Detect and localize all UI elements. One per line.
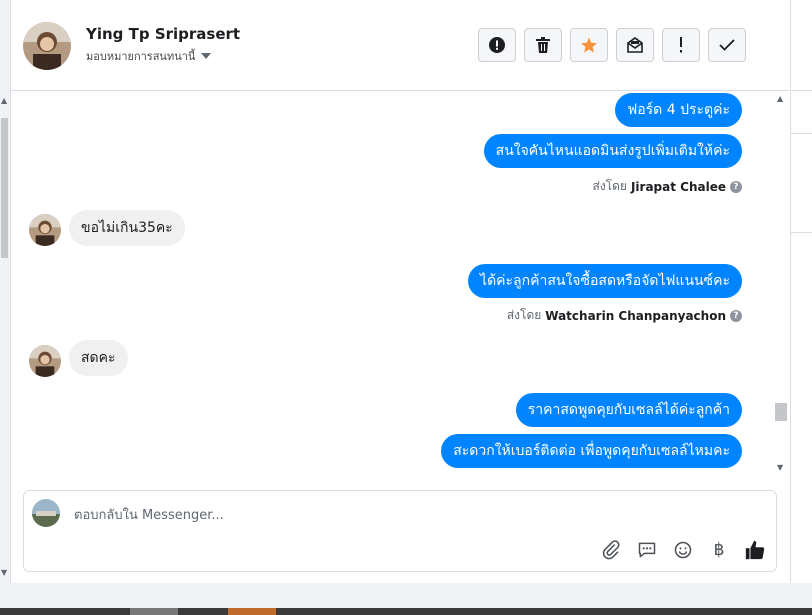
- spam-button[interactable]: [478, 28, 516, 62]
- taskbar-app[interactable]: [130, 608, 178, 615]
- emoji-button[interactable]: [672, 539, 694, 561]
- scroll-down-arrow-icon[interactable]: ▼: [777, 463, 783, 472]
- right-side-panel: [790, 0, 812, 583]
- assign-label: มอบหมายการสนทนานี้: [86, 50, 196, 63]
- saved-reply-button[interactable]: [636, 539, 658, 561]
- reply-input[interactable]: [72, 501, 676, 529]
- attach-button[interactable]: [600, 539, 622, 561]
- sent-by-label: ส่งโดย Watcharin Chanpanyachon ?: [507, 306, 742, 325]
- mark-unread-button[interactable]: [616, 28, 654, 62]
- divider: [790, 90, 812, 91]
- conversation-toolbar: [478, 28, 746, 62]
- message-bubble-incoming: สดคะ: [69, 340, 128, 376]
- question-icon[interactable]: ?: [730, 180, 742, 193]
- message-bubble-outgoing: สนใจคันไหนแอดมินส่งรูปเพิ่มเติมให้ค่ะ: [483, 134, 742, 168]
- left-scrollbar[interactable]: ▲ ▼: [0, 0, 11, 583]
- reply-composer: ฿: [23, 490, 777, 572]
- check-icon: [719, 39, 735, 51]
- baht-icon: ฿: [713, 540, 725, 560]
- payment-button[interactable]: ฿: [708, 539, 730, 561]
- paperclip-icon: [602, 540, 620, 560]
- saved-reply-icon: [638, 542, 656, 558]
- scroll-up-arrow-icon[interactable]: ▲: [1, 96, 7, 105]
- contact-avatar-small: [29, 345, 61, 377]
- message-thread[interactable]: ฟอร์ด 4 ประตูค่ะ สนใจคันไหนแอดมินส่งรูปเ…: [11, 91, 789, 479]
- contact-avatar-small: [29, 214, 61, 246]
- scroll-thumb[interactable]: [1, 118, 8, 258]
- scroll-down-arrow-icon[interactable]: ▼: [1, 568, 7, 577]
- alert-circle-icon: [489, 37, 505, 53]
- scroll-thumb[interactable]: [775, 403, 787, 421]
- sent-by-label: ส่งโดย Jirapat Chalee ?: [592, 177, 742, 196]
- contact-name[interactable]: Ying Tp Sriprasert: [86, 25, 240, 43]
- composer-tools: ฿: [600, 539, 766, 561]
- sent-by-prefix: ส่งโดย: [592, 179, 627, 193]
- envelope-icon: [627, 37, 643, 53]
- delete-button[interactable]: [524, 28, 562, 62]
- like-button[interactable]: [744, 539, 766, 561]
- taskbar-strip: [0, 608, 812, 615]
- message-bubble-outgoing: ได้ค่ะลูกค้าสนใจซื้อสดหรือจัดไฟแนนซ์คะ: [468, 264, 742, 298]
- message-bubble-outgoing: ฟอร์ด 4 ประตูค่ะ: [615, 93, 742, 127]
- assign-conversation-dropdown[interactable]: มอบหมายการสนทนานี้: [86, 47, 212, 65]
- taskbar-app[interactable]: [228, 608, 276, 615]
- page-avatar: [32, 499, 60, 527]
- message-bubble-outgoing: สะดวกให้เบอร์ติดต่อ เพื่อพูดคุยกับเซลล์ไ…: [441, 434, 742, 468]
- mark-done-button[interactable]: [708, 28, 746, 62]
- message-bubble-outgoing: ราคาสดพูดคุยกับเซลล์ได้ค่ะลูกค้า: [515, 393, 742, 427]
- agent-name: Jirapat Chalee: [630, 179, 726, 194]
- star-button[interactable]: [570, 28, 608, 62]
- exclamation-icon: [680, 37, 682, 53]
- question-icon[interactable]: ?: [730, 309, 742, 322]
- contact-avatar[interactable]: [23, 22, 71, 70]
- emoji-icon: [674, 541, 692, 559]
- follow-up-button[interactable]: [662, 28, 700, 62]
- scroll-up-arrow-icon[interactable]: ▲: [777, 94, 783, 103]
- divider: [790, 232, 812, 233]
- trash-icon: [536, 37, 550, 53]
- conversation-header: Ying Tp Sriprasert มอบหมายการสนทนานี้: [11, 0, 789, 91]
- sent-by-prefix: ส่งโดย: [506, 308, 542, 322]
- agent-name: Watcharin Chanpanyachon: [545, 308, 726, 323]
- caret-down-icon: [201, 53, 212, 59]
- thumbs-up-icon: [745, 540, 765, 560]
- star-icon: [581, 37, 597, 53]
- taskbar: [0, 583, 812, 615]
- message-bubble-incoming: ขอไม่เกิน35คะ: [69, 210, 185, 246]
- divider: [790, 133, 812, 134]
